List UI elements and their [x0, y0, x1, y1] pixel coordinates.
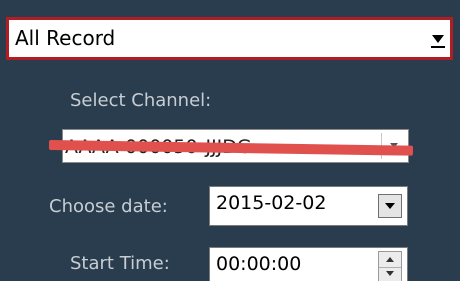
start-time-value: 00:00:00 [216, 253, 302, 275]
start-time-label: Start Time: [70, 253, 170, 274]
record-type-value: All Record [15, 26, 116, 50]
record-search-panel: All Record Select Channel: AAAA-000050-J… [0, 0, 460, 281]
date-picker[interactable]: 2015-02-02 [209, 186, 408, 226]
choose-date-label: Choose date: [49, 196, 168, 217]
record-type-select[interactable]: All Record [6, 17, 453, 60]
dropdown-arrow-icon[interactable] [378, 194, 402, 218]
date-value: 2015-02-02 [216, 192, 327, 214]
time-spinner[interactable] [378, 251, 402, 281]
select-channel-label: Select Channel: [70, 90, 212, 111]
dropdown-arrow-icon[interactable] [430, 28, 446, 50]
spin-down-icon[interactable] [379, 267, 401, 281]
spin-up-icon[interactable] [379, 252, 401, 268]
start-time-input[interactable]: 00:00:00 [209, 247, 408, 281]
